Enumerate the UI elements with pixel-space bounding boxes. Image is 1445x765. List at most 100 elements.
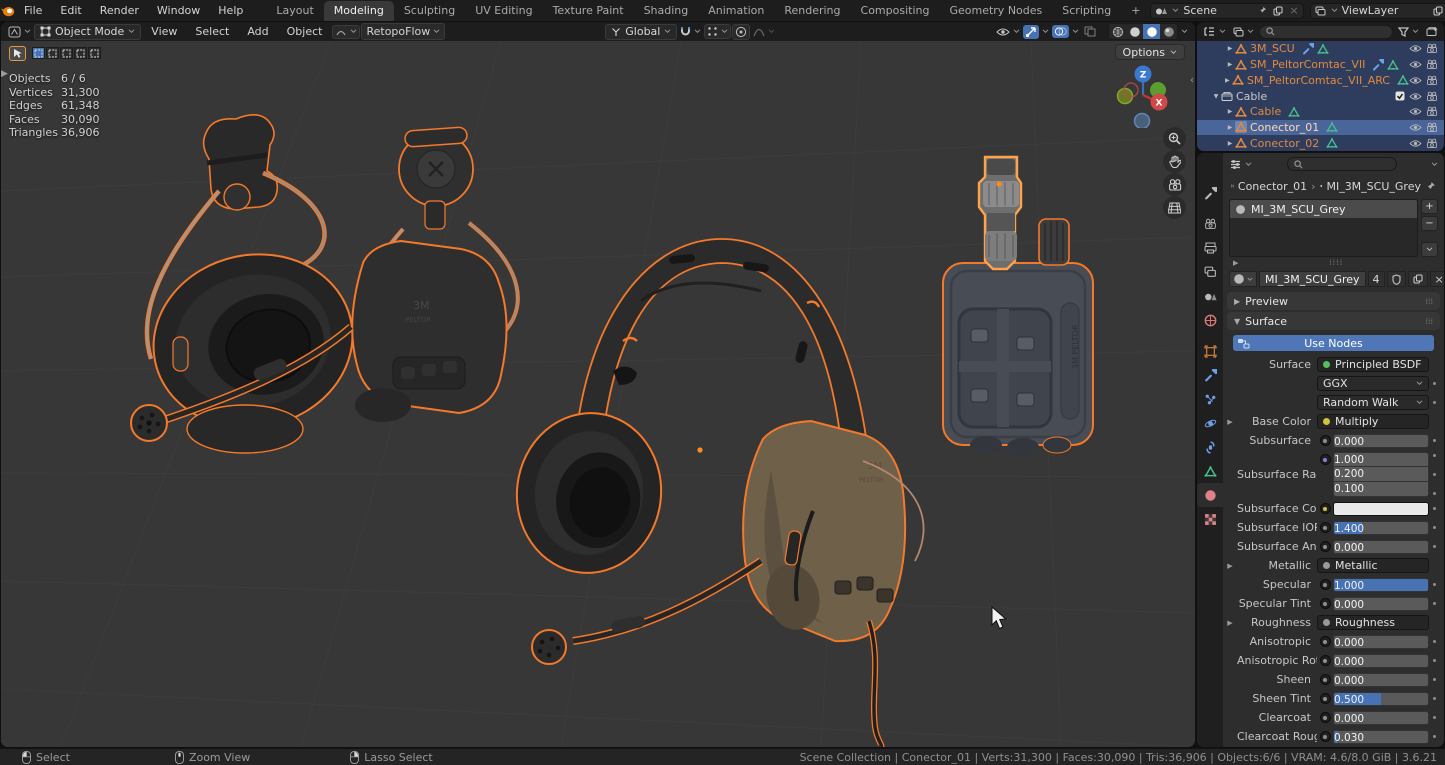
eye-icon[interactable] (1409, 123, 1422, 132)
socket-button[interactable] (1317, 636, 1333, 647)
camera-visibility-icon[interactable] (1426, 138, 1438, 149)
blender-logo-icon[interactable] (0, 5, 15, 17)
workspace-tab-shading[interactable]: Shading (634, 1, 699, 21)
show-gizmo-toggle[interactable] (1023, 24, 1039, 39)
workspace-tab-modeling[interactable]: Modeling (323, 1, 394, 21)
select-mode-invert[interactable] (74, 47, 87, 59)
value-slider[interactable]: 1.000 (1333, 452, 1429, 467)
value-slider[interactable]: 0.200 (1333, 467, 1429, 482)
pan-view-button[interactable] (1163, 150, 1186, 173)
value-slider[interactable]: 0.000 (1333, 653, 1429, 668)
socket-button[interactable] (1317, 541, 1333, 552)
animate-decorator[interactable] (1429, 602, 1439, 605)
eye-icon[interactable] (1409, 44, 1422, 53)
proportional-editing-icon[interactable] (732, 23, 751, 40)
material-slot-item[interactable]: MI_3M_SCU_Grey (1230, 200, 1417, 218)
collapse-arrow-icon[interactable]: ▼ (1211, 93, 1221, 100)
toolbar-expand-arrow[interactable]: ▶ (1, 69, 8, 79)
value-slider[interactable]: 0.000 (1333, 634, 1429, 649)
viewlayer-name[interactable]: ViewLayer (1342, 4, 1428, 17)
outliner-item-sm_peltorcomtac_vii_arc[interactable]: ▶ SM_PeltorComtac_VII_ARC (1197, 72, 1444, 89)
new-material-button[interactable] (1407, 271, 1428, 287)
menu-edit[interactable]: Edit (51, 2, 90, 19)
workspace-tab-sculpting[interactable]: Sculpting (394, 1, 465, 21)
unlink-material-button[interactable]: × (1429, 271, 1444, 287)
properties-tab-output[interactable] (1197, 236, 1223, 260)
value-slider[interactable]: 1.400 (1333, 520, 1429, 535)
model-connector-active[interactable] (977, 155, 1023, 271)
material-name-field[interactable]: MI_3M_SCU_Grey (1259, 271, 1366, 287)
editor-type-button[interactable] (6, 25, 33, 39)
properties-tab-texture[interactable] (1197, 507, 1223, 531)
value-slider[interactable]: 0.030 (1333, 729, 1429, 744)
socket-button[interactable] (1317, 674, 1333, 685)
eye-icon[interactable] (1409, 139, 1422, 148)
outliner-item-cable[interactable]: ▶ Cable (1197, 103, 1444, 120)
fake-user-shield-button[interactable] (1386, 271, 1406, 287)
material-slot-list[interactable]: MI_3M_SCU_Grey (1229, 199, 1418, 257)
expand-arrow-icon[interactable]: ▶ (1225, 45, 1235, 52)
value-slider[interactable]: 0.500 (1333, 691, 1429, 706)
copy-icon[interactable] (1432, 6, 1444, 16)
retopoflow-menu[interactable]: RetopoFlow (361, 23, 446, 40)
properties-tab-view-layer[interactable] (1197, 260, 1223, 284)
eye-icon[interactable] (1409, 60, 1422, 69)
workspace-tab-geometry-nodes[interactable]: Geometry Nodes (939, 1, 1052, 21)
camera-visibility-icon[interactable] (1426, 91, 1438, 102)
socket-button[interactable] (1317, 693, 1333, 704)
socket-button[interactable] (1317, 579, 1333, 590)
copy-icon[interactable] (1272, 6, 1284, 16)
scene-name[interactable]: Scene (1183, 4, 1253, 17)
pin-icon[interactable] (1425, 181, 1436, 192)
camera-visibility-icon[interactable] (1426, 43, 1438, 54)
expand-arrow-icon[interactable]: ▶ (1225, 124, 1235, 131)
animate-decorator[interactable] (1429, 583, 1439, 586)
properties-tab-scene[interactable] (1197, 284, 1223, 308)
outliner-search-input[interactable] (1259, 24, 1393, 39)
checkbox-icon[interactable] (1395, 91, 1405, 101)
add-slot-button[interactable]: + (1421, 199, 1438, 214)
zoom-view-button[interactable] (1163, 127, 1186, 150)
expand-arrow-icon[interactable]: ▶ (1223, 619, 1237, 627)
animate-decorator[interactable] (1429, 492, 1439, 495)
animate-decorator[interactable] (1429, 678, 1439, 681)
outliner-editor-type-button[interactable] (1201, 25, 1228, 38)
socket-button[interactable] (1317, 454, 1333, 465)
viewport-menu-object[interactable]: Object (278, 23, 332, 40)
animate-decorator[interactable] (1429, 439, 1439, 442)
animate-decorator[interactable] (1429, 716, 1439, 719)
menu-window[interactable]: Window (148, 2, 209, 19)
viewlayer-selector[interactable]: ViewLayer × (1309, 2, 1445, 19)
expand-arrow-icon[interactable]: ▶ (1225, 140, 1235, 147)
properties-tab-render[interactable] (1197, 212, 1223, 236)
value-slider[interactable]: 0.000 (1333, 596, 1429, 611)
animate-decorator[interactable] (1429, 454, 1439, 457)
select-mode-subtract[interactable] (60, 47, 73, 59)
properties-tab-object[interactable] (1197, 339, 1223, 363)
select-mode-extend[interactable] (46, 47, 59, 59)
color-swatch[interactable] (1333, 501, 1429, 516)
camera-view-button[interactable] (1163, 173, 1186, 196)
expand-arrow-icon[interactable]: ▶ (1223, 418, 1237, 426)
value-slider[interactable]: 1.000 (1333, 577, 1429, 592)
node-link-field[interactable]: Multiply (1317, 414, 1429, 429)
use-nodes-button[interactable]: Use Nodes (1233, 335, 1434, 351)
slot-list-grip[interactable]: ▶ ⁞⁞⁞⁞ (1223, 257, 1444, 268)
new-collection-button[interactable] (1424, 25, 1440, 38)
options-dropdown[interactable]: Options (1114, 44, 1185, 60)
shading-dropdown[interactable] (1179, 28, 1190, 35)
slot-specials-button[interactable] (1421, 242, 1438, 257)
animate-decorator[interactable] (1429, 659, 1439, 662)
show-gizmo-dropdown[interactable] (1040, 28, 1051, 35)
breadcrumb-material[interactable]: MI_3M_SCU_Grey (1326, 180, 1421, 193)
socket-button[interactable] (1317, 655, 1333, 666)
browse-material-button[interactable] (1229, 271, 1257, 287)
animate-decorator[interactable] (1429, 526, 1439, 529)
node-link-field[interactable]: Metallic (1317, 558, 1429, 573)
expand-arrow-icon[interactable]: ▶ (1223, 77, 1232, 84)
xray-toggle[interactable] (1082, 25, 1098, 38)
properties-editor-type-button[interactable] (1227, 158, 1254, 171)
viewport-menu-select[interactable]: Select (186, 23, 238, 40)
properties-tab-particles[interactable] (1197, 387, 1223, 411)
camera-visibility-icon[interactable] (1426, 59, 1438, 70)
